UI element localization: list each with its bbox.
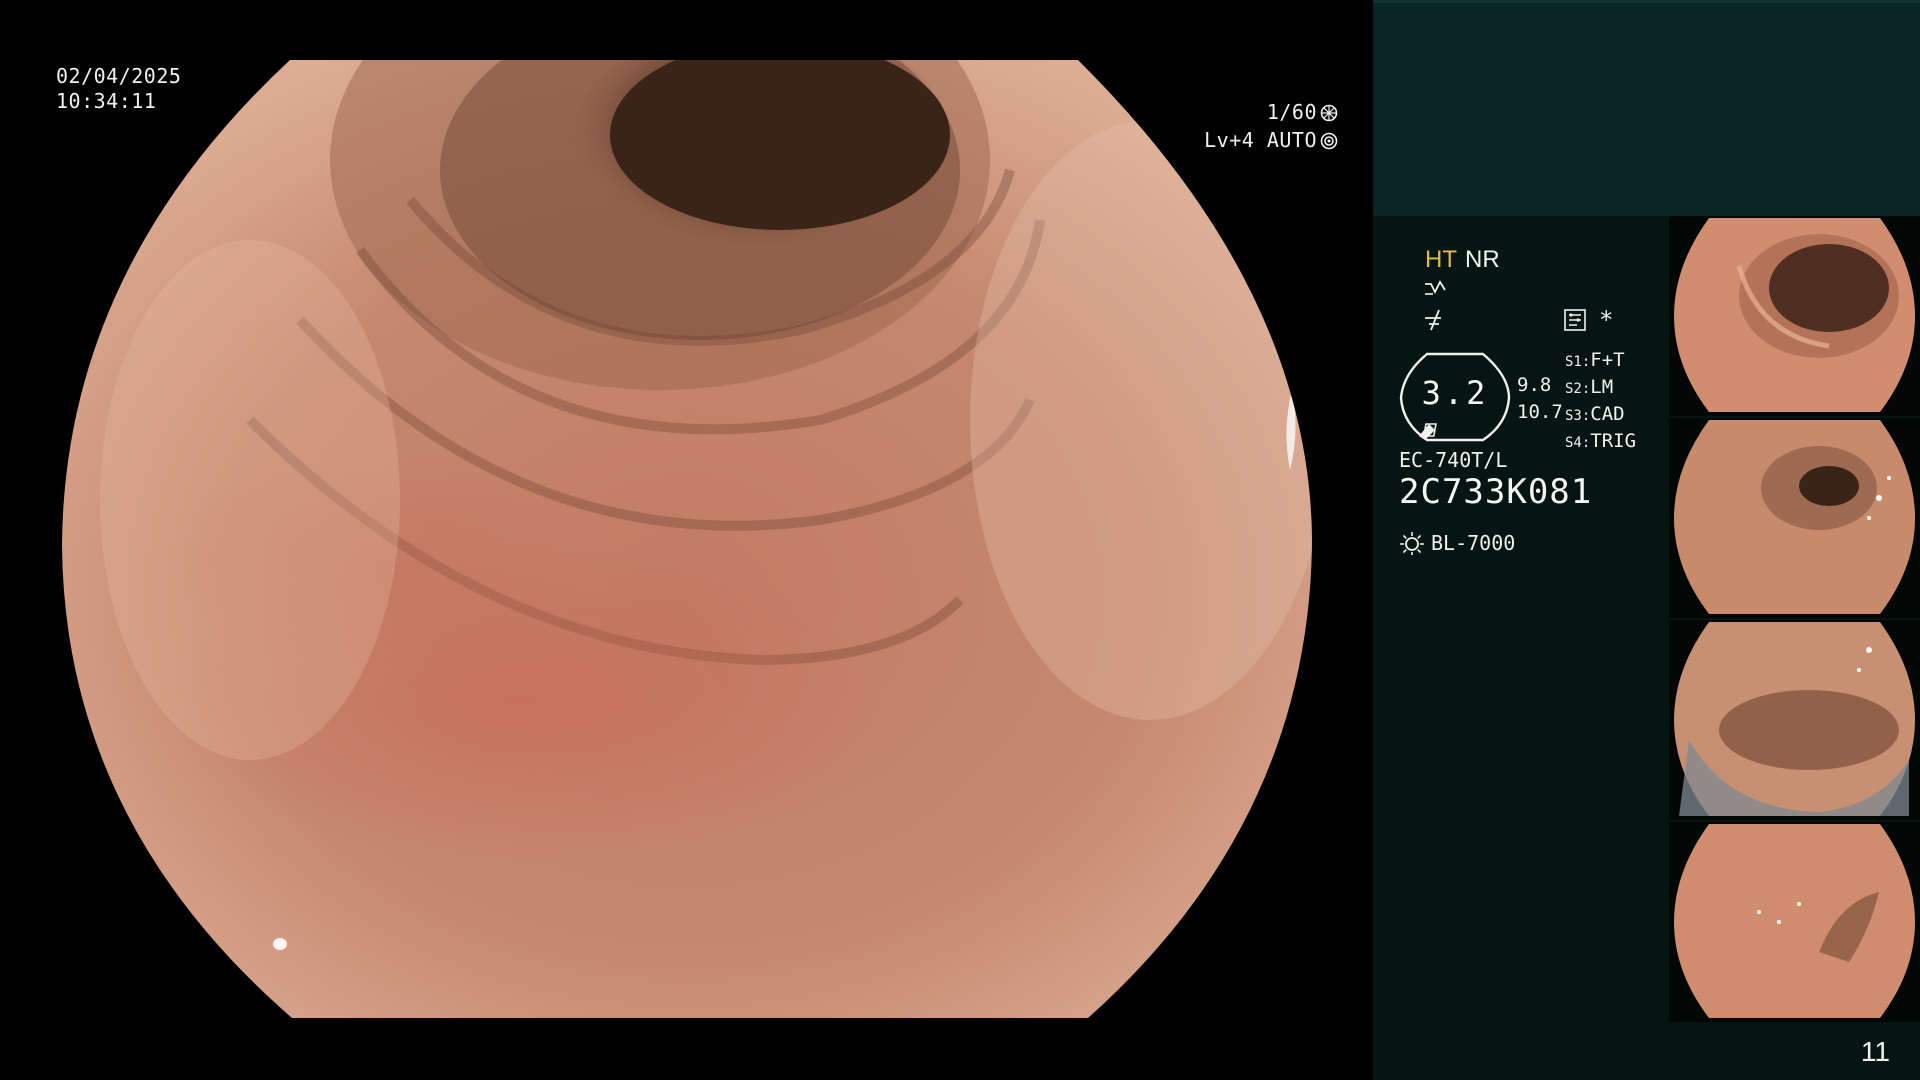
page-number: 11 — [1860, 1036, 1890, 1067]
switch-key: S4: — [1565, 435, 1591, 451]
side-info-panel: HT NR * 3.2 9.8 10.7 S1:F+T S2:LM S3:CAD … — [1373, 216, 1920, 1080]
magnification-value: 3.2 — [1421, 374, 1489, 412]
image-mode-indicators: HT NR — [1425, 246, 1500, 274]
switch-row-s2: S2:LM — [1565, 375, 1636, 402]
switch-value: F+T — [1590, 349, 1625, 371]
shutter-icon — [1320, 104, 1338, 122]
switch-row-s1: S1:F+T — [1565, 348, 1636, 375]
switch-value: TRIG — [1590, 430, 1637, 452]
switch-key: S1: — [1565, 354, 1591, 370]
switch-value: LM — [1590, 376, 1614, 398]
switch-key: S2: — [1565, 381, 1591, 397]
star-marker: * — [1599, 306, 1614, 334]
structure-enhance-icon — [1425, 309, 1441, 331]
switch-assignments: S1:F+T S2:LM S3:CAD S4:TRIG — [1565, 348, 1636, 456]
memo-icon — [1564, 309, 1586, 331]
date-text: 02/04/2025 — [56, 64, 182, 88]
iris-icon — [1320, 132, 1338, 150]
light-source-info: BL-7000 — [1399, 530, 1515, 556]
time-text: 10:34:11 — [56, 89, 157, 113]
mode-ht-label: HT — [1425, 246, 1457, 273]
mode-nr-label: NR — [1465, 246, 1500, 273]
light-source-label: BL-7000 — [1431, 531, 1516, 555]
light-level-text: Lv+4 AUTO — [1204, 128, 1317, 152]
switch-row-s4: S4:TRIG — [1565, 429, 1636, 456]
shutter-speed-text: 1/60 — [1266, 100, 1317, 124]
gauge-scale-values: 9.8 10.7 — [1517, 372, 1563, 426]
scope-serial-number: 2C733K081 — [1399, 472, 1593, 512]
captured-image-1[interactable] — [1669, 216, 1920, 416]
gauge-tick-2: 10.7 — [1517, 401, 1563, 423]
scope-model: EC-740T/L — [1399, 448, 1508, 472]
captured-image-3[interactable] — [1669, 620, 1920, 820]
switch-value: CAD — [1590, 403, 1625, 425]
captured-image-4[interactable] — [1669, 822, 1920, 1022]
switch-key: S3: — [1565, 408, 1591, 424]
light-source-icon — [1400, 532, 1424, 555]
side-header-area — [1373, 0, 1920, 216]
main-endoscope-view: 02/04/2025 10:34:11 1/60 Lv+4 AUTO — [0, 0, 1372, 1080]
switch-row-s3: S3:CAD — [1565, 402, 1636, 429]
endoscopic-image — [62, 60, 1312, 1018]
enhance-curve-icon — [1425, 280, 1446, 295]
datetime-display: 02/04/2025 10:34:11 — [56, 64, 181, 114]
captured-image-2[interactable] — [1669, 418, 1920, 618]
exposure-info: 1/60 Lv+4 AUTO — [1204, 98, 1338, 154]
gauge-tick-1: 9.8 — [1517, 374, 1552, 396]
